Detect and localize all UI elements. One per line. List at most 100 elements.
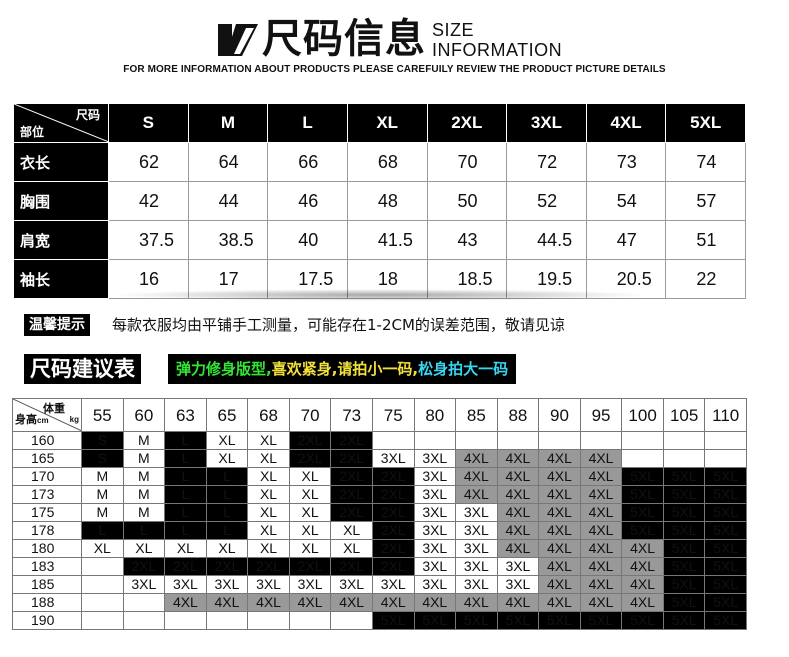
size-row: 胸围 42 44 46 48 50 52 54 57: [13, 181, 746, 221]
tip-badge: 温馨提示: [24, 314, 90, 336]
weight-header-80: 80: [413, 398, 457, 432]
recommend-size-cell: L: [205, 521, 249, 540]
recommend-size-cell: XL: [81, 539, 124, 558]
recommend-size-cell: XL: [247, 431, 290, 450]
weight-header-55: 55: [81, 398, 124, 432]
recommend-size-cell: 5XL: [704, 593, 747, 612]
recommend-size-cell: [662, 449, 706, 468]
recommend-size-cell: XL: [247, 503, 290, 522]
recommend-size-cell: M: [81, 485, 124, 504]
size-value-cell: 42: [108, 181, 189, 221]
recommend-table: 体重 kg 身高cm 55 60 63 65 68 70 73 75 80 85 88 90 95 100 105…: [12, 398, 747, 630]
recommend-size-cell: 2XL: [330, 485, 373, 504]
recommend-size-cell: 3XL: [413, 521, 457, 540]
size-value-cell: 43: [426, 220, 508, 260]
recommend-row: 180 XL XL XL XL XL XL XL 2XL 3XL 3XL 4XL 4XL 4XL 4XL 5X…: [12, 539, 747, 558]
page-title-english: SIZE INFORMATION: [432, 20, 562, 60]
recommend-size-cell: 4XL: [538, 593, 581, 612]
size-header-XL: XL: [346, 103, 428, 143]
weight-header-68: 68: [247, 398, 290, 432]
recommend-size-cell: 5XL: [662, 467, 706, 486]
recommend-size-cell: 5XL: [662, 503, 706, 522]
recommend-row: 190 5XL 5XL 5XL 5XL 5XL 5XL 5XL 5XL 5XL: [12, 611, 747, 630]
recommend-title: 尺码建议表: [24, 354, 141, 384]
size-value-cell: 51: [665, 220, 746, 260]
size-value-cell: 64: [187, 142, 269, 182]
recommend-size-cell: 4XL: [579, 467, 623, 486]
recommend-size-cell: 5XL: [621, 503, 664, 522]
recommend-size-cell: 3XL: [413, 485, 457, 504]
recommend-size-cell: 4XL: [496, 503, 540, 522]
logo-mark-icon: [218, 24, 258, 56]
recommend-size-cell: 4XL: [579, 521, 623, 540]
size-row-label: 胸围: [13, 181, 109, 221]
recommend-size-cell: [205, 611, 249, 630]
title-en-line1: SIZE: [432, 20, 475, 40]
recommend-size-cell: XL: [330, 521, 373, 540]
height-label: 160: [12, 431, 82, 450]
recommend-size-cell: XL: [247, 485, 290, 504]
recommend-size-cell: XL: [247, 539, 290, 558]
recommend-size-cell: XL: [122, 539, 166, 558]
size-value-cell: 73: [585, 142, 667, 182]
weight-header-110: 110: [704, 398, 747, 432]
recommend-size-cell: 5XL: [662, 557, 706, 576]
recommend-size-cell: 5XL: [496, 611, 540, 630]
size-value-cell: 48: [346, 181, 428, 221]
recommend-size-cell: 4XL: [579, 485, 623, 504]
recommend-size-cell: L: [164, 449, 207, 468]
size-row-label: 肩宽: [13, 220, 109, 260]
size-row: 肩宽 37.5 38.5 40 41.5 43 44.5 47 51: [13, 220, 746, 260]
hint-cyan-text: 松身拍大一码: [418, 360, 509, 378]
size-corner-cell: 尺码 部位: [13, 103, 109, 143]
recommend-size-cell: 4XL: [621, 557, 664, 576]
size-header-row: 尺码 部位 S M L XL 2XL 3XL 4XL 5XL: [13, 103, 746, 143]
recommend-size-cell: XL: [288, 485, 332, 504]
recommend-size-cell: 5XL: [662, 611, 706, 630]
recommend-size-cell: 4XL: [413, 593, 457, 612]
size-header-M: M: [187, 103, 269, 143]
height-label: 165: [12, 449, 82, 468]
recommend-corner-cell: 体重 kg 身高cm: [12, 398, 82, 432]
tip-text: 每款衣服均由平铺手工测量，可能存在1-2CM的误差范围，敬请见谅: [112, 316, 565, 334]
recommend-size-cell: M: [122, 467, 166, 486]
recommend-size-cell: XL: [330, 539, 373, 558]
recommend-size-cell: 3XL: [413, 539, 457, 558]
recommend-size-cell: [330, 611, 373, 630]
recommend-size-cell: L: [164, 467, 207, 486]
header: 尺码信息 SIZE INFORMATION FOR MORE INFORMATI…: [0, 0, 789, 84]
recommend-size-cell: [122, 593, 166, 612]
recommend-size-cell: 3XL: [413, 467, 457, 486]
height-label: 175: [12, 503, 82, 522]
recommend-size-cell: 2XL: [288, 431, 332, 450]
recommend-size-cell: 5XL: [704, 575, 747, 594]
recommend-size-cell: 3XL: [371, 449, 415, 468]
recommend-size-cell: 4XL: [330, 593, 373, 612]
hint-green-text: 弹力修身版型,: [176, 360, 272, 378]
recommend-size-cell: L: [164, 485, 207, 504]
recommend-size-cell: [704, 431, 747, 450]
height-label: 185: [12, 575, 82, 594]
corner-kg-label: kg: [69, 415, 79, 424]
recommend-size-cell: L: [164, 521, 207, 540]
size-value-cell: 46: [267, 181, 348, 221]
recommend-size-cell: 2XL: [371, 557, 415, 576]
recommend-size-cell: 4XL: [496, 467, 540, 486]
height-label: 173: [12, 485, 82, 504]
recommend-size-cell: 5XL: [621, 521, 664, 540]
recommend-size-cell: 2XL: [330, 449, 373, 468]
weight-header-88: 88: [496, 398, 540, 432]
recommend-row: 188 4XL 4XL 4XL 4XL 4XL 4XL 4XL 4XL 4XL 4XL 4XL 4XL 5…: [12, 593, 747, 612]
recommend-size-cell: L: [122, 521, 166, 540]
recommend-row: 185 3XL 3XL 3XL 3XL 3XL 3XL 3XL 3XL 3XL 3XL 4XL 4XL 4…: [12, 575, 747, 594]
page-title: 尺码信息: [262, 16, 426, 62]
recommend-size-cell: 4XL: [455, 467, 498, 486]
size-header-S: S: [108, 103, 189, 143]
size-value-cell: 44: [187, 181, 269, 221]
recommend-size-cell: 4XL: [579, 575, 623, 594]
recommend-size-cell: XL: [288, 521, 332, 540]
recommend-size-cell: 5XL: [662, 593, 706, 612]
recommend-size-cell: 4XL: [455, 485, 498, 504]
recommend-size-cell: 4XL: [496, 449, 540, 468]
height-label: 190: [12, 611, 82, 630]
